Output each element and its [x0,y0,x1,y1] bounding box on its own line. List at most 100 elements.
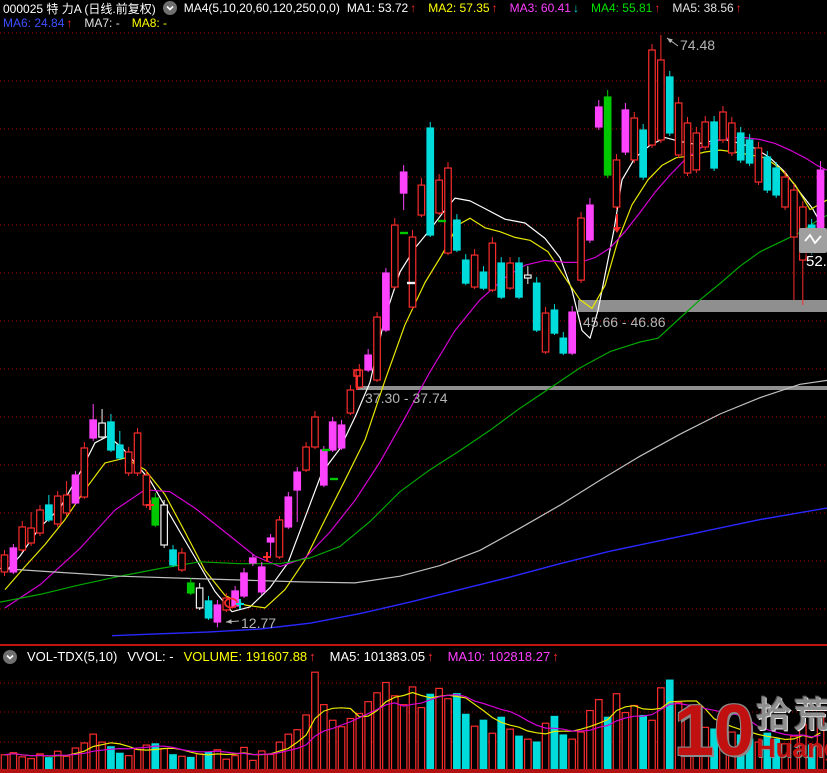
volume-bar [80,742,89,771]
candle [781,176,789,208]
volume-bar [701,726,710,771]
candle [568,311,577,354]
volume-bar [816,713,825,771]
volume-bar [506,728,514,771]
volume-bar [373,692,381,771]
volume-bar [630,704,639,771]
volume-bar [107,746,115,771]
candle [0,554,9,573]
ma-line-ma10 [4,149,827,609]
candle [98,422,106,438]
candle [559,337,568,354]
candle [346,389,355,414]
volume-bar [692,719,701,771]
volume-bar [657,687,665,771]
candle [692,132,701,171]
candle [550,309,559,334]
candle [453,219,461,251]
volume-bar [435,687,443,771]
volume-indicator-name: VOL-TDX(5,10) [27,649,118,664]
candle [302,446,310,471]
volume-bar [523,738,532,771]
candle [249,557,257,564]
candle [426,127,435,236]
candle [665,76,674,134]
candle [435,179,443,214]
chevron-down-icon[interactable] [3,649,17,664]
volume-bar [515,735,523,771]
candle [18,526,27,551]
volume-bar [798,723,807,771]
candle [621,109,630,153]
candle [275,519,284,558]
candle [612,159,621,208]
candle [603,96,612,176]
volume-bar [470,725,479,771]
annotation-zone2: 37.30 - 37.74 [365,390,448,406]
volume-bar [399,704,408,771]
candle [319,449,328,486]
volume-bar [426,693,435,771]
volume-bar [586,709,594,771]
candle [790,189,798,238]
candle [142,474,151,506]
candle [754,147,763,183]
candle [213,604,222,623]
candle [639,129,647,178]
candle [373,316,381,381]
volume-chart[interactable] [0,667,827,771]
annotation-arrowhead [226,619,232,624]
indicator-params: MA4(5,10,20,60,120,250,0,0) [183,1,340,15]
candle [311,416,319,448]
candle [710,121,718,169]
candle [27,527,35,544]
annotation-zone1: 45.66 - 46.86 [583,314,666,330]
candle [515,262,523,298]
candle [461,259,470,284]
volume-bar [727,731,736,771]
volume-bar [293,729,302,771]
candle [594,106,603,128]
up-arrow-icon: ↑ [735,1,742,15]
volume-bar [142,744,151,771]
candle [266,537,275,543]
price-flag-button[interactable] [799,228,827,253]
volume-readouts: VOLUME: 191607.88 ↑ MA5: 101383.05 ↑ MA10: 1… [184,649,559,664]
candle [497,262,506,298]
ma-readout: MA7: - [84,15,120,30]
volume-readout: MA10: 102818.27 ↑ [447,649,559,664]
main-header-row1: 000025 特 力A (日线.前复权) MA4(5,10,20,60,120,… [0,1,742,16]
annotation-last-price: 52. [806,253,827,270]
main-chart[interactable]: 74.48 12.77 45.66 - 46.86 37.30 - 37.74 52. [0,0,827,646]
volume-bar [807,744,816,771]
vvol-label: VVOL: [127,649,166,664]
ma-readout: MA2: 57.35 ↑ [428,1,498,15]
candle [169,549,177,566]
ma-readout: MA3: 60.41 ↓ [509,1,579,15]
volume-bar [160,747,169,771]
volume-readout: MA5: 101383.05 ↑ [329,649,434,664]
candle [586,204,594,241]
candle [479,271,488,289]
down-arrow-icon: ↓ [572,1,579,15]
up-arrow-icon: ↑ [309,649,316,664]
candle [745,139,754,164]
volume-bar [736,734,745,771]
volume-bar [284,733,293,771]
volume-bar [479,719,488,771]
candle [674,102,683,156]
volume-bar [648,719,656,771]
volume-bar [719,723,727,771]
ma-readouts-row2: MA6: 24.84 ↑ MA7: - MA8: - [3,16,167,30]
candle [399,171,408,194]
volume-bar [763,732,772,771]
candle [523,274,532,279]
chevron-down-icon[interactable] [162,1,177,15]
volume-bar [408,686,417,771]
volume-bar [346,717,355,771]
candle [701,121,710,148]
candle [506,262,514,289]
candle [488,242,497,291]
volume-bar [710,728,718,771]
volume-bar [541,722,550,771]
